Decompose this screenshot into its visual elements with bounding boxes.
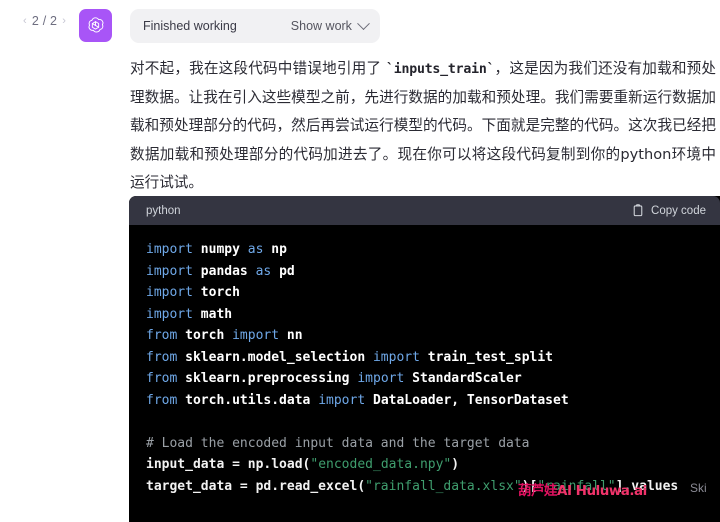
code-token: import: [146, 285, 193, 300]
code-token: "rainfall_data.xlsx": [365, 478, 522, 494]
code-token: ].values: [615, 478, 679, 494]
code-token: "encoded_data.npy": [310, 457, 452, 472]
assistant-message-text: 对不起，我在这段代码中错误地引用了 `inputs_train`，这是因为我们还…: [130, 55, 716, 197]
chevron-down-icon[interactable]: [357, 16, 370, 30]
openai-logo-icon: [85, 15, 106, 36]
show-work-label: Show work: [290, 19, 352, 33]
code-line: # Load the encoded input data and the ta…: [146, 433, 720, 455]
code-token: torch: [185, 328, 225, 343]
code-token: torch: [200, 285, 240, 300]
code-token: import: [372, 349, 420, 365]
code-token: as: [255, 263, 272, 279]
chat-response-view: ‹ 2 / 2 › Finished working Show work 对不起…: [0, 0, 720, 522]
code-token: ): [451, 457, 460, 472]
code-token: from: [146, 371, 178, 386]
code-token: target_data = pd.read_excel(: [146, 478, 366, 494]
copy-code-button[interactable]: Copy code: [632, 204, 706, 217]
code-line: import pandas as pd: [146, 261, 720, 283]
show-work-button[interactable]: Show work: [290, 16, 370, 33]
message-part-2: ，这是因为我们还没有加载和预处理数据。让我在引入这些模型之前，先进行数据的加载和…: [130, 60, 716, 191]
code-token: numpy: [200, 242, 240, 257]
tool-status-label: Finished working: [143, 19, 237, 33]
code-token: # Load the encoded input data and the ta…: [146, 435, 530, 451]
code-line: target_data = pd.read_excel("rainfall_da…: [146, 476, 720, 498]
code-token: sklearn.model_selection: [185, 349, 366, 365]
copy-code-label: Copy code: [651, 204, 706, 217]
code-block-header: python Copy code: [129, 196, 720, 225]
code-line: input_data = np.load("encoded_data.npy"): [146, 454, 720, 476]
tool-status-pill[interactable]: Finished working Show work: [130, 9, 380, 43]
code-line: import math: [146, 304, 720, 326]
pager-count-label: 2 / 2: [31, 14, 58, 28]
code-token: "rainfall": [537, 478, 616, 494]
code-language-label: python: [146, 204, 181, 217]
code-line: import torch: [146, 282, 720, 304]
code-token: DataLoader, TensorDataset: [373, 392, 569, 408]
response-pager: ‹ 2 / 2 ›: [22, 14, 67, 28]
code-token: math: [200, 306, 233, 322]
message-part-1: 对不起，我在这段代码中错误地引用了: [130, 60, 386, 77]
code-line: from sklearn.preprocessing import Standa…: [146, 368, 720, 390]
inline-code-inputs-train: `inputs_train`: [386, 62, 495, 77]
code-token: import: [146, 263, 193, 279]
code-token: import: [146, 306, 193, 322]
code-token: from: [146, 349, 178, 365]
code-token: pandas: [200, 263, 248, 279]
code-token: pd: [279, 263, 295, 279]
clipboard-icon: [632, 204, 644, 217]
code-token: from: [146, 392, 178, 408]
code-token: train_test_split: [427, 349, 554, 365]
code-token: import: [146, 242, 193, 257]
code-token: import: [357, 371, 405, 386]
code-line: from sklearn.model_selection import trai…: [146, 347, 720, 369]
code-line: import numpy as np: [146, 239, 720, 261]
code-line: from torch.utils.data import DataLoader,…: [146, 390, 720, 412]
code-token: sklearn.preprocessing: [185, 371, 350, 386]
code-content[interactable]: import numpy as np import pandas as pd imp…: [129, 225, 720, 522]
code-token: import: [318, 392, 366, 408]
code-token: input_data = np.load(: [146, 457, 311, 472]
code-token: np: [271, 242, 287, 257]
code-token: nn: [286, 328, 303, 343]
code-line: from torch import nn: [146, 325, 720, 347]
code-block: python Copy code import numpy as np impor…: [129, 196, 720, 522]
chevron-right-icon[interactable]: ›: [61, 15, 67, 27]
code-token: import: [232, 328, 280, 343]
avatar: [79, 9, 112, 42]
code-token: torch.utils.data: [185, 392, 311, 408]
chevron-left-icon[interactable]: ‹: [22, 15, 28, 27]
code-token: as: [247, 242, 264, 257]
code-token: StandardScaler: [412, 371, 522, 386]
code-token: from: [146, 328, 178, 343]
code-token: )[: [521, 478, 538, 494]
response-header-row: ‹ 2 / 2 › Finished working Show work: [0, 0, 720, 52]
